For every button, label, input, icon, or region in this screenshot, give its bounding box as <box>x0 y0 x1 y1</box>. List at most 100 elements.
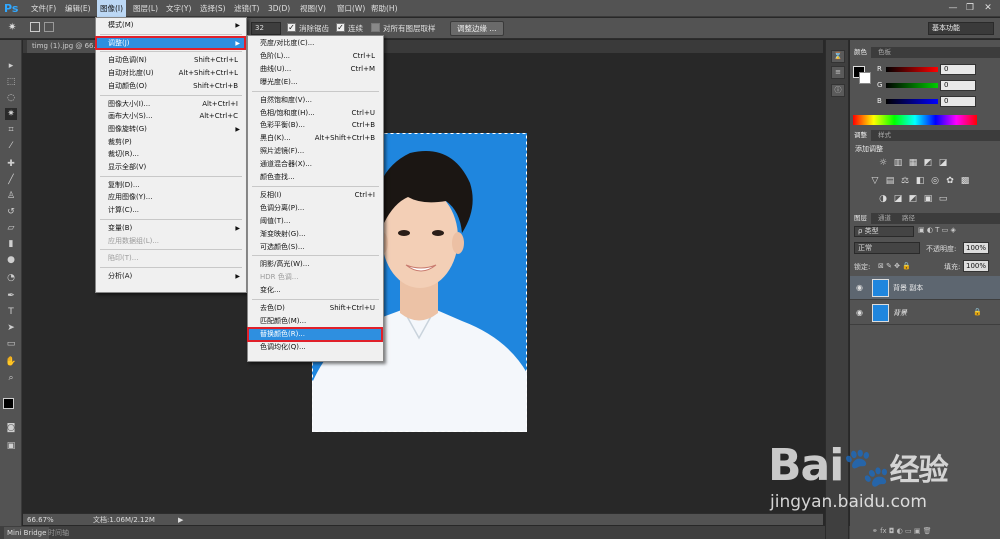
image-menu-item-15[interactable]: 复制(D)... <box>96 179 246 192</box>
tab-adjustments[interactable]: 调整 <box>850 130 871 141</box>
channel-r-value[interactable]: 0 <box>940 64 976 75</box>
image-menu-item-12[interactable]: 裁切(R)... <box>96 148 246 161</box>
layer-footer-icons[interactable]: ⚭ fx ◘ ◐ ▭ ▣ 🗑 <box>872 527 932 535</box>
gradient-map-icon[interactable]: ▭ <box>938 194 948 204</box>
curves-adjust-icon[interactable]: ▦ <box>908 158 918 168</box>
antialias-checkbox[interactable]: ✓ <box>287 23 296 32</box>
quick-mask-icon[interactable]: ◙ <box>5 422 17 434</box>
adjust-menu-item-9[interactable]: 照片滤镜(F)... <box>248 145 383 158</box>
status-arrow-icon[interactable]: ▶ <box>178 514 183 526</box>
adjust-menu-item-2[interactable]: 曲线(U)... Ctrl+M <box>248 63 383 76</box>
timeline-tab[interactable]: 时间轴 <box>48 527 69 539</box>
sample-all-checkbox[interactable] <box>371 23 380 32</box>
tolerance-field[interactable]: 32 <box>251 22 281 35</box>
adjust-menu-item-0[interactable]: 亮度/对比度(C)... <box>248 37 383 50</box>
blend-mode-select[interactable]: 正常 <box>854 242 920 254</box>
lock-icons[interactable]: ⊠ ✎ ✥ 🔒 <box>878 262 911 270</box>
healing-tool-icon[interactable]: ✚ <box>5 158 17 170</box>
hue-adjust-icon[interactable]: ▤ <box>885 176 895 186</box>
image-menu-item-19[interactable]: 变量(B) ▶ <box>96 222 246 235</box>
image-menu-item-11[interactable]: 裁剪(P) <box>96 136 246 149</box>
workspace-select[interactable]: 基本功能 <box>928 22 994 35</box>
type-tool-icon[interactable]: T <box>5 306 17 318</box>
tab-color[interactable]: 颜色 <box>850 47 871 58</box>
photo-filter-icon[interactable]: ◎ <box>930 176 940 186</box>
restore-icon[interactable]: ❐ <box>963 2 977 14</box>
image-menu-item-4[interactable]: 自动色调(N) Shift+Ctrl+L <box>96 54 246 67</box>
color-lookup-icon[interactable]: ▩ <box>960 176 970 186</box>
adjust-menu-item-13[interactable]: 反相(I) Ctrl+I <box>248 189 383 202</box>
adjust-menu-item-1[interactable]: 色阶(L)... Ctrl+L <box>248 50 383 63</box>
eyedropper-tool-icon[interactable]: ⁄ <box>5 140 17 152</box>
menu-image[interactable]: 图像(I) <box>97 0 127 17</box>
history-panel-icon[interactable]: ⌛ <box>831 50 845 63</box>
adjust-menu-item-17[interactable]: 可选颜色(S)... <box>248 241 383 254</box>
crop-tool-icon[interactable]: ⌗ <box>5 124 17 136</box>
color-spectrum-ramp[interactable] <box>853 115 977 125</box>
channel-b-slider[interactable] <box>886 99 938 104</box>
zoom-tool-icon[interactable]: ⌕ <box>5 372 17 384</box>
image-menu-item-8[interactable]: 图像大小(I)... Alt+Ctrl+I <box>96 98 246 111</box>
menu-file[interactable]: 文件(F) <box>28 0 59 17</box>
fill-field[interactable]: 100% <box>963 260 989 272</box>
foreground-color-swatch[interactable] <box>3 398 14 409</box>
channel-g-value[interactable]: 0 <box>940 80 976 91</box>
adjust-menu-item-10[interactable]: 通道混合器(X)... <box>248 158 383 171</box>
magic-wand-icon[interactable]: ✷ <box>8 22 16 33</box>
refine-edge-button[interactable]: 调整边缘 ... <box>450 21 504 36</box>
adjust-menu-item-16[interactable]: 渐变映射(G)... <box>248 228 383 241</box>
layer-row-background-copy[interactable]: ◉ 背景 副本 <box>850 276 1000 300</box>
brush-tool-icon[interactable]: ╱ <box>5 174 17 186</box>
channel-r-slider[interactable] <box>886 67 938 72</box>
image-menu-item-9[interactable]: 画布大小(S)... Alt+Ctrl+C <box>96 110 246 123</box>
channel-g-slider[interactable] <box>886 83 938 88</box>
menu-layer[interactable]: 图层(L) <box>130 0 161 17</box>
adjust-menu-item-5[interactable]: 自然饱和度(V)... <box>248 94 383 107</box>
menu-type[interactable]: 文字(Y) <box>163 0 194 17</box>
eraser-tool-icon[interactable]: ▱ <box>5 222 17 234</box>
brightness-adjust-icon[interactable]: ☼ <box>878 158 888 168</box>
hand-tool-icon[interactable]: ✋ <box>5 356 17 368</box>
bw-adjust-icon[interactable]: ◧ <box>915 176 925 186</box>
adjust-menu-item-6[interactable]: 色相/饱和度(H)... Ctrl+U <box>248 107 383 120</box>
adjust-menu-item-8[interactable]: 黑白(K)... Alt+Shift+Ctrl+B <box>248 132 383 145</box>
image-menu-item-16[interactable]: 应用图像(Y)... <box>96 191 246 204</box>
threshold-adjust-icon[interactable]: ◩ <box>908 194 918 204</box>
image-menu-item-17[interactable]: 计算(C)... <box>96 204 246 217</box>
tab-channels[interactable]: 通道 <box>874 213 895 224</box>
eye-icon[interactable]: ◉ <box>856 283 863 292</box>
mini-bridge-tab[interactable]: Mini Bridge <box>4 527 50 539</box>
marquee-tool-icon[interactable]: ⬚ <box>5 76 17 88</box>
move-tool-icon[interactable]: ▸ <box>5 60 17 72</box>
image-menu-item-0[interactable]: 模式(M) ▶ <box>96 19 246 32</box>
adjust-menu-item-19[interactable]: 阴影/高光(W)... <box>248 258 383 271</box>
image-menu-item-6[interactable]: 自动颜色(O) Shift+Ctrl+B <box>96 80 246 93</box>
invert-adjust-icon[interactable]: ◑ <box>878 194 888 204</box>
menu-edit[interactable]: 编辑(E) <box>62 0 94 17</box>
history-brush-icon[interactable]: ↺ <box>5 206 17 218</box>
image-menu-item-24[interactable]: 分析(A) ▶ <box>96 270 246 283</box>
new-selection-icon[interactable] <box>30 22 40 32</box>
channel-b-value[interactable]: 0 <box>940 96 976 107</box>
zoom-level[interactable]: 66.67% <box>27 514 54 526</box>
background-color-chip[interactable] <box>859 72 871 84</box>
path-select-icon[interactable]: ➤ <box>5 322 17 334</box>
gradient-tool-icon[interactable]: ▮ <box>5 238 17 250</box>
adjust-menu-item-3[interactable]: 曝光度(E)... <box>248 76 383 89</box>
dodge-tool-icon[interactable]: ◔ <box>5 272 17 284</box>
menu-view[interactable]: 视图(V) <box>297 0 329 17</box>
minimize-icon[interactable]: — <box>946 2 960 14</box>
layer-filter-icons[interactable]: ▣ ◐ T ▭ ◈ <box>918 226 956 234</box>
exposure-adjust-icon[interactable]: ◩ <box>923 158 933 168</box>
adjust-menu-item-14[interactable]: 色调分离(P)... <box>248 202 383 215</box>
channel-mixer-icon[interactable]: ✿ <box>945 176 955 186</box>
info-panel-icon[interactable]: ⓘ <box>831 84 845 97</box>
gradient-adjust-icon[interactable]: ◪ <box>938 158 948 168</box>
adjust-menu-item-26[interactable]: 色调均化(Q)... <box>248 341 383 354</box>
menu-filter[interactable]: 滤镜(T) <box>231 0 262 17</box>
image-menu-item-10[interactable]: 图像旋转(G) ▶ <box>96 123 246 136</box>
shape-tool-icon[interactable]: ▭ <box>5 338 17 350</box>
menu-3d[interactable]: 3D(D) <box>265 0 293 17</box>
pen-tool-icon[interactable]: ✒ <box>5 290 17 302</box>
eye-icon[interactable]: ◉ <box>856 308 863 317</box>
